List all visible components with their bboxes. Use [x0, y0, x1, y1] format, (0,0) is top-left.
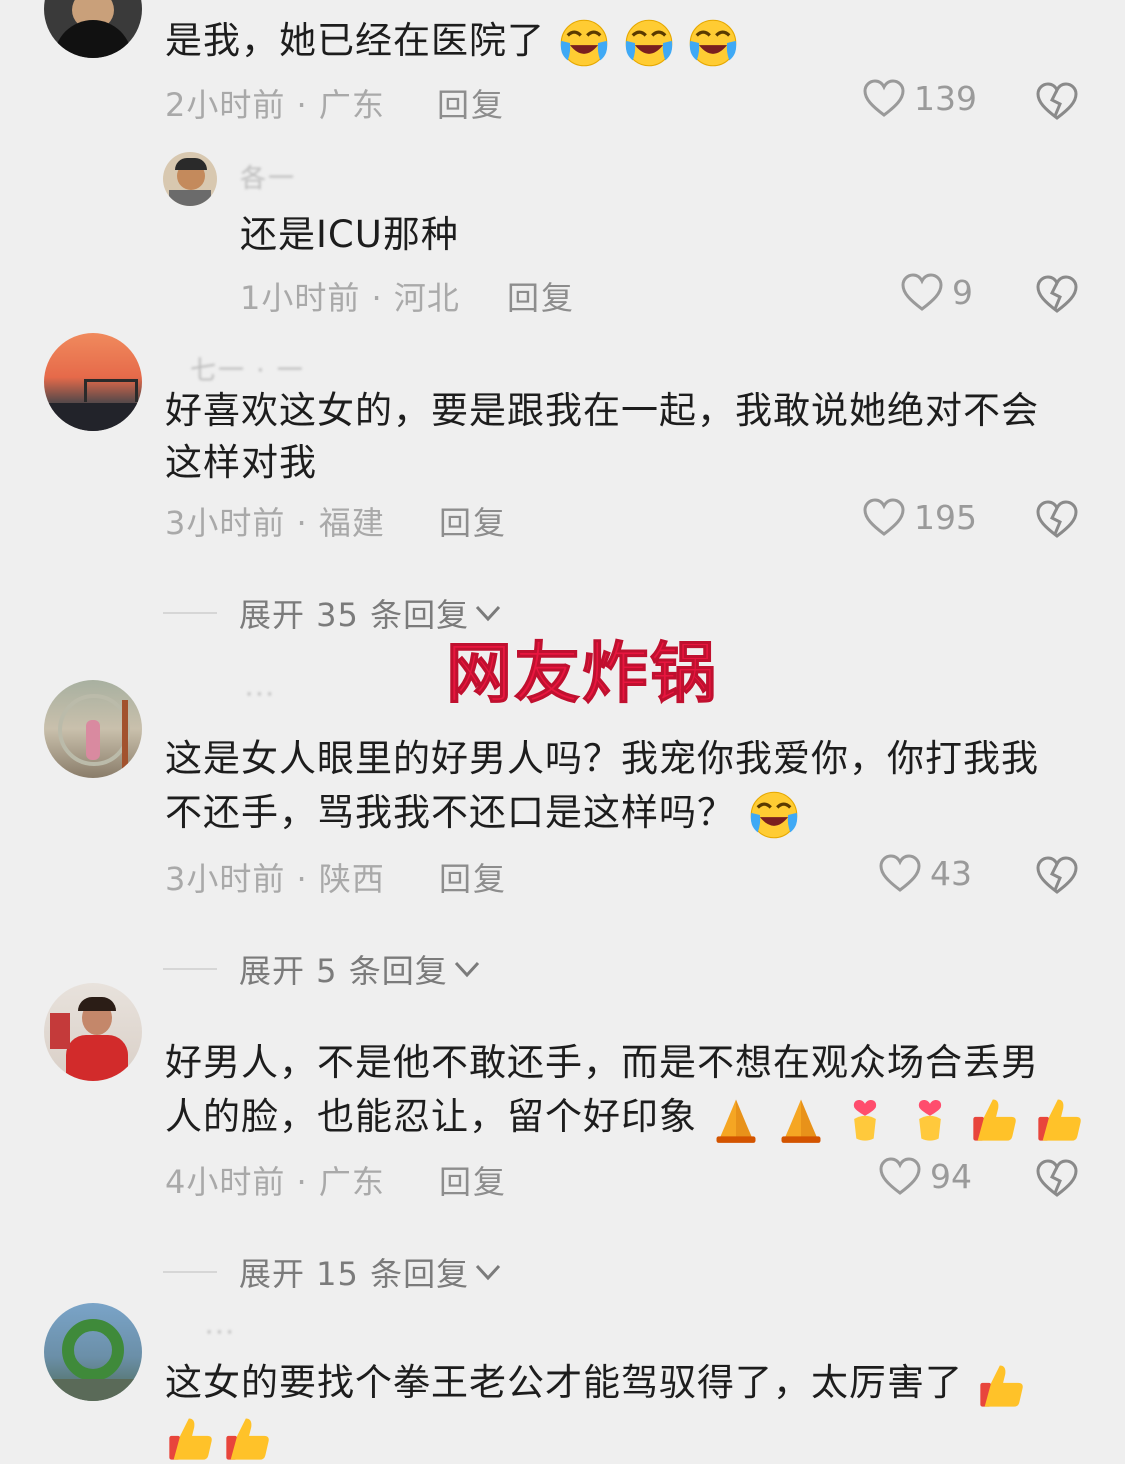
laugh-cry-icon [558, 17, 610, 69]
like-button[interactable]: 9 [900, 272, 973, 312]
comment-text: 是我，她已经在医院了 [165, 14, 739, 69]
emoji-row [165, 1412, 274, 1464]
like-button[interactable]: 94 [878, 1156, 972, 1196]
like-count: 139 [914, 78, 977, 118]
thumbs-up-icon [165, 1412, 217, 1464]
avatar[interactable] [44, 0, 142, 58]
comment-meta: 2小时前 · 广东 [165, 86, 385, 124]
comment-meta: 3小时前 · 福建 [165, 504, 385, 542]
like-count: 43 [930, 853, 972, 893]
broken-heart-icon[interactable] [1035, 498, 1079, 540]
username[interactable]: 七一 · 一 [190, 350, 305, 387]
like-count: 94 [930, 1156, 972, 1196]
username[interactable]: ··· [205, 1318, 236, 1348]
divider [163, 1271, 217, 1273]
comment-text-line2: 这样对我 [165, 441, 317, 484]
laugh-cry-icon [748, 789, 800, 841]
heart-icon [862, 78, 906, 118]
avatar[interactable] [44, 333, 142, 431]
comment-text-line1: 这女的要找个拳王老公才能驾驭得了，太厉害了 [165, 1356, 1028, 1411]
laugh-cry-icon [687, 17, 739, 69]
laugh-cry-icon [623, 17, 675, 69]
expand-replies[interactable]: 展开 5 条回复 [163, 946, 482, 992]
reply-button[interactable]: 回复 [439, 1157, 507, 1203]
comment-text-line2: 不还手，骂我我不还口是这样吗？ [165, 786, 800, 841]
comment-text-line1: 这是女人眼里的好男人吗？我宠你我爱你，你打我我 [165, 737, 1039, 780]
expand-replies-label: 展开 35 条回复 [239, 596, 470, 634]
avatar[interactable] [44, 680, 142, 778]
thumbs-up-icon [222, 1412, 274, 1464]
reply-button[interactable]: 回复 [507, 273, 575, 319]
like-count: 9 [952, 272, 973, 312]
expand-replies-label: 展开 5 条回复 [239, 952, 448, 990]
comment-meta: 3小时前 · 陕西 [165, 860, 385, 898]
reply-button[interactable]: 回复 [437, 80, 505, 126]
reply-button[interactable]: 回复 [439, 854, 507, 900]
heart-icon [862, 497, 906, 537]
thumbs-up-icon [976, 1359, 1028, 1411]
comment-meta: 4小时前 · 广东 [165, 1163, 385, 1201]
broken-heart-icon[interactable] [1035, 80, 1079, 122]
comment-text-line1: 好喜欢这女的，要是跟我在一起，我敢说她绝对不会 [165, 389, 1039, 432]
avatar[interactable] [44, 1303, 142, 1401]
overlay-caption: 网友炸锅 [446, 635, 718, 713]
like-count: 195 [914, 497, 977, 537]
finger-heart-icon [839, 1093, 891, 1145]
avatar[interactable] [44, 983, 142, 1081]
broken-heart-icon[interactable] [1035, 854, 1079, 896]
like-button[interactable]: 195 [862, 497, 977, 537]
folded-hands-icon [775, 1093, 827, 1145]
chevron-down-icon [454, 961, 479, 978]
username[interactable]: 各一 [240, 158, 296, 195]
comment-text-line2: 人的脸，也能忍让，留个好印象 [165, 1090, 1086, 1145]
like-button[interactable]: 43 [878, 853, 972, 893]
divider [163, 968, 217, 970]
comment-text: 还是ICU那种 [240, 213, 459, 256]
username[interactable]: ··· [245, 680, 276, 710]
comment-meta: 1小时前 · 河北 [240, 279, 460, 317]
broken-heart-icon[interactable] [1035, 273, 1079, 315]
like-button[interactable]: 139 [862, 78, 977, 118]
reply-button[interactable]: 回复 [439, 498, 507, 544]
heart-icon [878, 1156, 922, 1196]
comment-text-line1: 好男人，不是他不敢还手，而是不想在观众场合丢男 [165, 1041, 1039, 1084]
folded-hands-icon [710, 1093, 762, 1145]
thumbs-up-icon [1034, 1093, 1086, 1145]
finger-heart-icon [904, 1093, 956, 1145]
heart-icon [878, 853, 922, 893]
divider [163, 612, 217, 614]
expand-replies-label: 展开 15 条回复 [239, 1255, 470, 1293]
broken-heart-icon[interactable] [1035, 1157, 1079, 1199]
avatar[interactable] [163, 152, 217, 206]
thumbs-up-icon [969, 1093, 1021, 1145]
chevron-down-icon [475, 1264, 501, 1281]
heart-icon [900, 272, 944, 312]
expand-replies[interactable]: 展开 15 条回复 [163, 1249, 503, 1295]
